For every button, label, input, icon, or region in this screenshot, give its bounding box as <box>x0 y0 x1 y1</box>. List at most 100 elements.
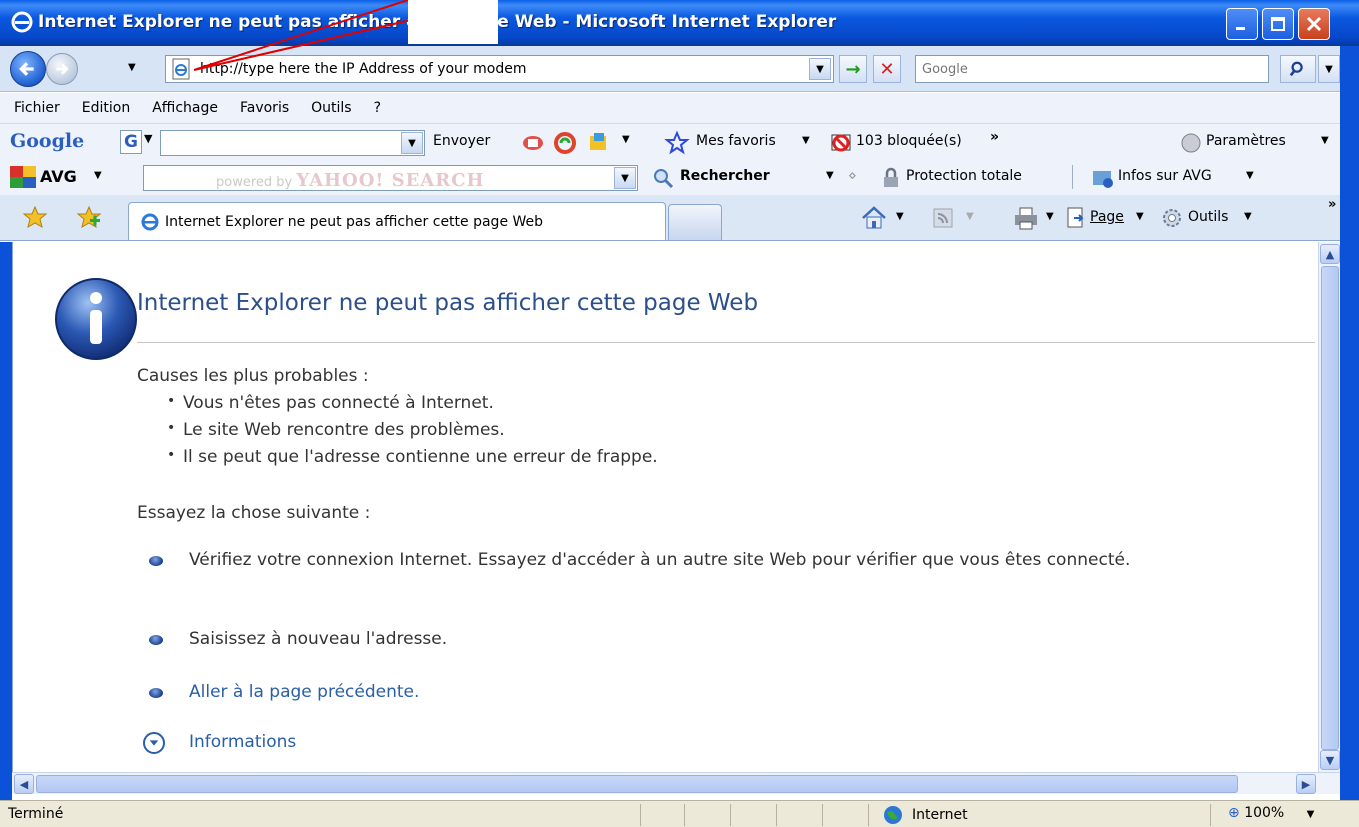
close-button[interactable] <box>1298 8 1330 40</box>
horizontal-scrollbar[interactable]: ◀ ▶ <box>12 772 1340 794</box>
spell-check-icon[interactable] <box>552 130 578 156</box>
search-options-dropdown-icon[interactable]: ▼ <box>1318 55 1340 83</box>
tab-active[interactable]: Internet Explorer ne peut pas afficher c… <box>128 202 666 240</box>
magnifier-icon <box>654 169 674 189</box>
print-dropdown-icon[interactable]: ▼ <box>1046 211 1054 222</box>
window-frame-right <box>1340 46 1359 800</box>
lock-icon <box>884 167 898 187</box>
scroll-down-button[interactable]: ▼ <box>1320 750 1340 770</box>
search-box[interactable] <box>915 55 1269 83</box>
autofill-icon[interactable] <box>586 130 612 156</box>
menu-help[interactable]: ? <box>374 100 381 116</box>
window-frame-left <box>0 242 12 800</box>
page-menu-dropdown-icon[interactable]: ▼ <box>1136 211 1144 222</box>
google-favorites-button[interactable]: Mes favoris <box>696 133 776 149</box>
causes-heading: Causes les plus probables : <box>137 366 369 386</box>
google-menu-button[interactable]: G <box>120 130 142 154</box>
suggestion-bullet-icon <box>149 556 163 566</box>
security-zone[interactable]: Internet <box>882 804 968 826</box>
maximize-button[interactable] <box>1262 8 1294 40</box>
new-tab-button[interactable] <box>668 204 722 240</box>
tools-dropdown-icon[interactable]: ▼ <box>622 134 630 145</box>
close-icon <box>1306 16 1322 32</box>
stop-button[interactable]: ✕ <box>873 55 901 83</box>
scroll-right-button[interactable]: ▶ <box>1296 774 1316 794</box>
menu-outils[interactable]: Outils <box>311 100 351 116</box>
menu-affichage[interactable]: Affichage <box>152 100 218 116</box>
popup-blocker-icon[interactable] <box>828 130 854 156</box>
go-arrow-icon: → <box>845 58 861 80</box>
yahoo-search-input[interactable]: powered by YAHOO! SEARCH ▼ <box>143 165 638 191</box>
add-favorite-icon[interactable] <box>76 205 102 231</box>
menu-edition[interactable]: Edition <box>82 100 130 116</box>
back-button[interactable] <box>10 51 46 87</box>
tab-bar: Internet Explorer ne peut pas afficher c… <box>0 195 1359 241</box>
avg-search-button[interactable]: Rechercher <box>680 168 770 184</box>
tools-menu-button[interactable]: Outils <box>1188 209 1228 225</box>
google-menu-dropdown-icon[interactable]: ▼ <box>144 132 152 145</box>
address-dropdown-icon[interactable]: ▼ <box>809 58 831 80</box>
search-button[interactable] <box>1280 55 1316 83</box>
google-search-dropdown-icon[interactable]: ▼ <box>401 132 423 154</box>
page-title: Internet Explorer ne peut pas afficher c… <box>137 290 759 316</box>
go-button[interactable]: → <box>839 55 867 83</box>
address-url[interactable]: http://type here the IP Address of your … <box>200 61 526 77</box>
home-dropdown-icon[interactable]: ▼ <box>896 211 904 222</box>
feeds-icon[interactable] <box>932 207 954 229</box>
favorites-center-icon[interactable] <box>22 205 48 231</box>
google-more-chevron-icon[interactable]: » <box>990 129 999 145</box>
search-input[interactable] <box>916 56 1268 82</box>
title-bar: Internet Explorer ne peut pas afficher c… <box>0 0 1359 46</box>
history-dropdown-icon[interactable]: ▼ <box>128 62 136 73</box>
address-field[interactable]: http://type here the IP Address of your … <box>165 55 834 83</box>
stop-icon: ✕ <box>879 58 895 80</box>
avg-protection-button[interactable]: Protection totale <box>906 168 1022 184</box>
menu-favoris[interactable]: Favoris <box>240 100 289 116</box>
vertical-scrollbar[interactable]: ▲ ▼ <box>1318 242 1340 772</box>
zoom-dropdown-icon[interactable]: ▼ <box>1307 809 1315 820</box>
horizontal-scroll-thumb[interactable] <box>36 775 1238 793</box>
address-toolbar: ▼ http://type here the IP Address of you… <box>0 46 1359 92</box>
suggestion-bullet-icon <box>149 635 163 645</box>
home-icon[interactable] <box>860 205 888 231</box>
minimize-button[interactable] <box>1226 8 1258 40</box>
menu-fichier[interactable]: Fichier <box>14 100 60 116</box>
avg-logo-icon <box>10 166 36 188</box>
avg-info-dropdown-icon[interactable]: ▼ <box>1246 170 1254 181</box>
previous-page-link[interactable]: Aller à la page précédente. <box>189 678 419 706</box>
scroll-up-button[interactable]: ▲ <box>1320 244 1340 264</box>
yahoo-search-dropdown-icon[interactable]: ▼ <box>614 167 636 189</box>
avg-menu-dropdown-icon[interactable]: ▼ <box>94 170 102 181</box>
expand-info-icon[interactable] <box>143 732 165 754</box>
avg-info-button[interactable]: Infos sur AVG <box>1118 168 1212 184</box>
avg-search-dropdown-icon[interactable]: ▼ <box>826 170 834 181</box>
tools-menu-dropdown-icon[interactable]: ▼ <box>1244 211 1252 222</box>
toolbar-overflow-chevron-icon[interactable]: » <box>1328 197 1336 212</box>
settings-dropdown-icon[interactable]: ▼ <box>1321 135 1329 146</box>
bookmark-icon[interactable] <box>520 130 546 156</box>
favorites-dropdown-icon[interactable]: ▼ <box>802 135 810 146</box>
scroll-left-button[interactable]: ◀ <box>14 774 34 794</box>
forward-button[interactable] <box>46 53 78 85</box>
vertical-scroll-thumb[interactable] <box>1321 266 1339 750</box>
google-search-input[interactable]: ▼ <box>160 130 425 156</box>
page-menu-button[interactable]: Page <box>1090 209 1124 225</box>
favorites-star-icon[interactable] <box>664 130 690 156</box>
zoom-control[interactable]: ⊕ 100% ▼ <box>1228 805 1314 821</box>
google-logo[interactable]: Google <box>10 130 84 152</box>
zoom-icon: ⊕ <box>1228 805 1240 821</box>
more-info-link[interactable]: Informations <box>189 732 296 752</box>
status-divider <box>640 804 641 826</box>
tools-gear-icon[interactable] <box>1160 206 1184 230</box>
search-icon <box>1289 61 1303 77</box>
google-send-button[interactable]: Envoyer <box>433 133 490 149</box>
feeds-dropdown-icon[interactable]: ▼ <box>966 211 974 222</box>
page-content: Internet Explorer ne peut pas afficher c… <box>12 242 1318 772</box>
avg-logo-text[interactable]: AVG <box>40 167 77 186</box>
google-settings-button[interactable]: Paramètres <box>1206 133 1286 149</box>
status-divider <box>868 804 869 826</box>
page-menu-icon[interactable] <box>1064 206 1088 230</box>
print-icon[interactable] <box>1012 205 1040 231</box>
yahoo-logo-text: YAHOO! SEARCH <box>296 170 485 191</box>
popup-blocked-count[interactable]: 103 bloquée(s) <box>856 133 962 149</box>
